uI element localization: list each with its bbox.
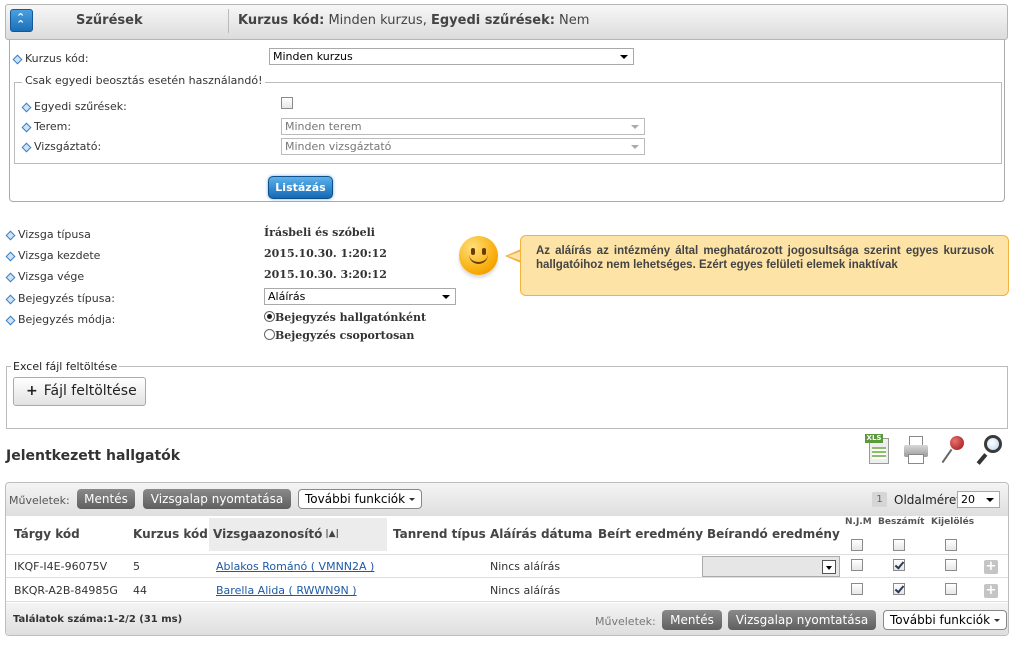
radio-group[interactable]: Bejegyzés csoportosan — [264, 329, 414, 342]
sort-asc-icon: |▲| — [325, 529, 339, 539]
terem-select[interactable]: Minden terem — [281, 118, 645, 135]
bullet-icon — [22, 143, 30, 151]
vizsga-tipus-value: Írásbeli és szóbeli — [264, 226, 375, 239]
dropdown-arrow-icon — [620, 55, 628, 59]
print-exam-sheet-button[interactable]: Vizsgalap nyomtatása — [143, 489, 291, 509]
egyedi-label: Egyedi szűrések: — [22, 100, 127, 113]
bejegyzes-tipus-label: Bejegyzés típusa: — [6, 292, 115, 305]
footer-save-button[interactable]: Mentés — [662, 610, 722, 630]
bejegyzes-mod-label: Bejegyzés módja: — [6, 313, 115, 326]
row2-student-link[interactable]: Barella Alida ( RWWN9N ) — [216, 584, 357, 597]
col-beszamit[interactable]: Beszámít — [878, 517, 924, 527]
col-alairas-datuma[interactable]: Aláírás dátuma — [490, 527, 593, 541]
footer-more-functions-button[interactable]: További funkciók — [883, 610, 1008, 630]
bullet-icon — [22, 103, 30, 111]
dropdown-arrow-icon — [822, 560, 836, 574]
notice-box: Az aláírás az intézmény által meghatároz… — [520, 235, 1009, 296]
dropdown-arrow-icon — [986, 498, 994, 502]
vizsgaztato-label: Vizsgáztató: — [22, 140, 101, 153]
page-size-label: Oldalméret — [894, 493, 961, 507]
radio-checked-icon — [264, 311, 275, 322]
printer-icon[interactable] — [902, 436, 930, 466]
col-njm[interactable]: N.J.M — [845, 517, 872, 527]
collapse-button[interactable]: ⌃ ⌃ — [10, 9, 33, 32]
col-vizsgaazonosito[interactable]: Vizsgaazonosító |▲| — [213, 527, 339, 541]
caret-down-icon — [409, 498, 416, 501]
egyedi-checkbox[interactable] — [281, 97, 293, 109]
dropdown-arrow-icon — [442, 295, 450, 299]
row2-beszamit-checkbox[interactable] — [893, 583, 905, 595]
dropdown-arrow-icon — [631, 125, 639, 129]
row2-expand-icon[interactable]: + — [984, 584, 998, 598]
list-button[interactable]: Listázás — [268, 176, 333, 199]
vizsga-kezdete-value: 2015.10.30. 1:20:12 — [264, 247, 387, 260]
smiley-icon — [459, 236, 498, 275]
kurzus-kod-label: Kurzus kód: — [13, 52, 89, 65]
results-count: Találatok száma:1-2/2 (31 ms) — [13, 614, 183, 625]
students-title: Jelentkezett hallgatók — [6, 448, 181, 464]
col-targy-kod[interactable]: Tárgy kód — [14, 527, 80, 541]
bullet-icon — [6, 295, 14, 303]
bullet-icon — [22, 123, 30, 131]
row2-kijeloles-checkbox[interactable] — [945, 583, 957, 595]
page-size-select[interactable]: 20 — [957, 491, 1000, 508]
row1-grade-select[interactable] — [702, 556, 840, 577]
chevron-up-icon: ⌃ ⌃ — [16, 11, 26, 31]
ops-label: Műveletek: — [9, 494, 70, 507]
col-kijeloles[interactable]: Kijelölés — [931, 517, 974, 527]
row1-beszamit-checkbox[interactable] — [893, 559, 905, 571]
radio-per-student[interactable]: Bejegyzés hallgatónként — [264, 311, 426, 324]
header-divider — [228, 9, 229, 33]
radio-unchecked-icon — [264, 329, 275, 340]
bullet-icon — [6, 273, 14, 281]
filter-title: Szűrések — [76, 13, 143, 28]
bullet-icon — [6, 252, 14, 260]
fieldset-legend: Csak egyedi beosztás esetén használandó! — [22, 74, 266, 87]
upload-button[interactable]: + Fájl feltöltése — [13, 377, 146, 406]
page-number[interactable]: 1 — [872, 492, 887, 507]
caret-down-icon — [994, 619, 1001, 622]
col-tanrend-tipus[interactable]: Tanrend típus — [393, 527, 486, 541]
select-all-beszamit-checkbox[interactable] — [893, 539, 905, 551]
select-all-njm-checkbox[interactable] — [851, 539, 863, 551]
row2-njm-checkbox[interactable] — [851, 583, 863, 595]
vizsgaztato-select[interactable]: Minden vizsgáztató — [281, 138, 645, 155]
row1-kijeloles-checkbox[interactable] — [945, 559, 957, 571]
vizsga-tipus-label: Vizsga típusa — [6, 228, 91, 241]
row1-targy: IKQF-I4E-96075V — [14, 560, 108, 573]
filter-summary: Kurzus kód: Minden kurzus, Egyedi szűrés… — [238, 13, 590, 28]
row1-kurzus: 5 — [133, 560, 140, 573]
dropdown-arrow-icon — [631, 145, 639, 149]
terem-label: Terem: — [22, 120, 71, 133]
bejegyzes-tipus-select[interactable]: Aláírás — [264, 288, 456, 305]
vizsga-vege-label: Vizsga vége — [6, 270, 84, 283]
row2-targy: BKQR-A2B-84985G — [14, 584, 118, 597]
bullet-icon — [13, 55, 21, 63]
row1-alairas: Nincs aláírás — [490, 560, 561, 573]
bullet-icon — [6, 316, 14, 324]
upload-legend: Excel fájl feltöltése — [11, 360, 120, 373]
col-kurzus-kod[interactable]: Kurzus kód — [133, 527, 208, 541]
vizsga-vege-value: 2015.10.30. 3:20:12 — [264, 268, 387, 281]
upload-fieldset — [6, 366, 1008, 429]
bullet-icon — [6, 231, 14, 239]
more-functions-button[interactable]: További funkciók — [298, 489, 423, 509]
row1-student-link[interactable]: Ablakos Románó ( VMNN2A ) — [216, 560, 374, 573]
plus-icon: + — [26, 383, 38, 399]
vizsga-kezdete-label: Vizsga kezdete — [6, 249, 100, 262]
save-button[interactable]: Mentés — [77, 489, 135, 509]
pin-icon[interactable] — [940, 434, 968, 464]
row2-alairas: Nincs aláírás — [490, 584, 561, 597]
search-icon[interactable] — [976, 434, 1006, 466]
row1-expand-icon[interactable]: + — [984, 560, 998, 574]
row1-njm-checkbox[interactable] — [851, 559, 863, 571]
kurzus-kod-select[interactable]: Minden kurzus — [269, 48, 634, 65]
footer-ops-label: Műveletek: — [595, 615, 656, 628]
col-beirando-eredmeny[interactable]: Beírandó eredmény — [707, 527, 840, 541]
footer-print-button[interactable]: Vizsgalap nyomtatása — [728, 610, 876, 630]
col-beirt-eredmeny[interactable]: Beírt eredmény — [598, 527, 703, 541]
select-all-kijeloles-checkbox[interactable] — [945, 539, 957, 551]
row2-kurzus: 44 — [133, 584, 147, 597]
excel-export-icon[interactable]: XLS — [865, 434, 891, 466]
